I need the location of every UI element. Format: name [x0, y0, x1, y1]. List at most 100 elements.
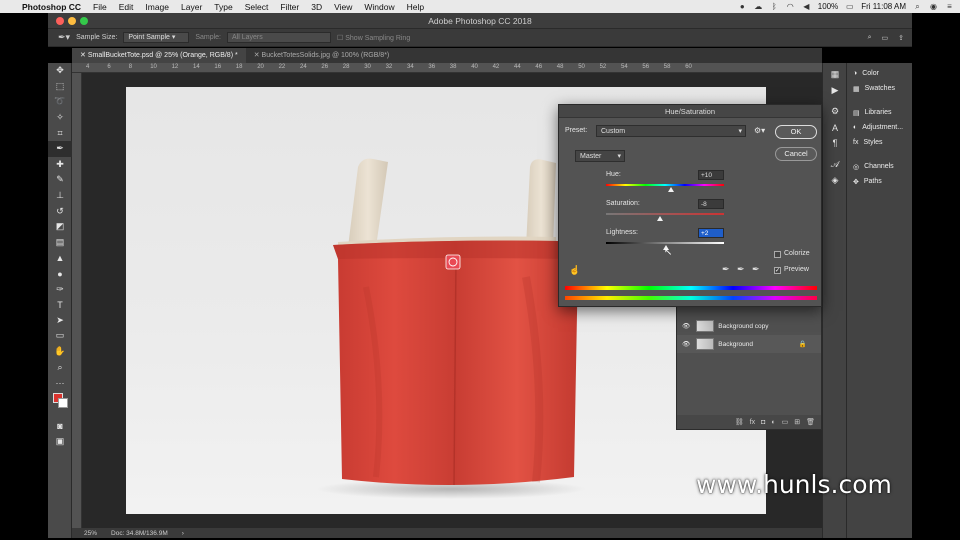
menubar-clock[interactable]: Fri 11:08 AM: [861, 2, 906, 11]
path-selection-tool-icon[interactable]: ➤: [48, 313, 72, 329]
wifi-icon[interactable]: ◠: [786, 2, 795, 11]
actions-play-icon[interactable]: ▶: [823, 83, 847, 99]
record-icon[interactable]: ●: [738, 2, 747, 11]
eyedropper-tool-icon[interactable]: ✒: [48, 140, 72, 157]
search-icon[interactable]: ⌕: [868, 34, 872, 42]
hand-tool-icon[interactable]: ✋: [48, 344, 72, 360]
saturation-slider-track[interactable]: [606, 213, 724, 215]
menu-app-name[interactable]: Photoshop CC: [16, 2, 87, 12]
layer-style-icon[interactable]: fx: [750, 419, 755, 426]
new-layer-icon[interactable]: ⊞: [794, 418, 800, 426]
menu-type[interactable]: Type: [208, 2, 238, 12]
hue-value-input[interactable]: +10: [698, 170, 724, 180]
history-panel-icon[interactable]: ▦: [823, 67, 847, 83]
subtract-from-sample-eyedropper-icon[interactable]: ✒: [752, 264, 760, 275]
zoom-window-icon[interactable]: [80, 17, 88, 25]
adjustment-layer-icon[interactable]: ◐: [771, 419, 775, 426]
workspace-icon[interactable]: ▭: [882, 34, 889, 42]
minimize-window-icon[interactable]: [68, 17, 76, 25]
screen-mode-icon[interactable]: ▣: [48, 434, 72, 450]
menu-help[interactable]: Help: [401, 2, 430, 12]
menu-window[interactable]: Window: [358, 2, 400, 12]
panel-paths[interactable]: ✥ Paths: [847, 174, 912, 189]
character-panel-icon[interactable]: A: [823, 120, 847, 136]
history-brush-tool-icon[interactable]: ↺: [48, 203, 72, 219]
type-tool-icon[interactable]: T: [48, 297, 72, 313]
channel-select[interactable]: Master ▾: [575, 150, 625, 162]
eyedropper-icon[interactable]: ✒: [722, 264, 730, 275]
brush-tool-icon[interactable]: ✎: [48, 172, 72, 188]
add-to-sample-eyedropper-icon[interactable]: ✒: [737, 264, 745, 275]
background-color-swatch[interactable]: [58, 398, 68, 409]
menu-layer[interactable]: Layer: [175, 2, 208, 12]
hue-slider-thumb[interactable]: [668, 187, 674, 192]
close-window-icon[interactable]: [56, 17, 64, 25]
notification-icon[interactable]: ≡: [945, 2, 954, 11]
tab-small-bucket-tote[interactable]: ✕ SmallBucketTote.psd @ 25% (Orange, RGB…: [72, 48, 246, 63]
lightness-value-input[interactable]: +2: [698, 228, 724, 238]
layer-visibility-eye-icon[interactable]: 👁: [682, 340, 690, 348]
document-size[interactable]: Doc: 34.8M/136.9M: [111, 530, 168, 537]
share-icon[interactable]: ⇪: [898, 34, 904, 42]
zoom-tool-icon[interactable]: ⌕: [48, 359, 72, 375]
colorize-checkbox[interactable]: [774, 251, 781, 258]
show-sampling-ring-checkbox[interactable]: ☐ Show Sampling Ring: [337, 34, 410, 42]
healing-brush-tool-icon[interactable]: ✚: [48, 157, 72, 173]
lightness-slider-track[interactable]: [606, 242, 724, 244]
panel-adjustments[interactable]: ◐ Adjustment...: [847, 120, 912, 135]
clone-stamp-tool-icon[interactable]: ⊥: [48, 188, 72, 204]
gradient-tool-icon[interactable]: ▤: [48, 235, 72, 251]
spotlight-icon[interactable]: ⌕: [913, 2, 922, 12]
panel-color[interactable]: ◑ Color: [847, 66, 912, 81]
menu-edit[interactable]: Edit: [113, 2, 140, 12]
targeted-adjustment-hand-icon[interactable]: ☝: [569, 265, 580, 276]
preset-select[interactable]: Custom ▾: [596, 125, 746, 137]
bluetooth-icon[interactable]: ᛒ: [770, 2, 779, 11]
saturation-slider-thumb[interactable]: [657, 216, 663, 221]
menu-file[interactable]: File: [87, 2, 113, 12]
link-layers-icon[interactable]: ⛓: [735, 418, 744, 426]
eyedropper-preset-icon[interactable]: ✒▾: [58, 32, 70, 43]
eraser-tool-icon[interactable]: ◩: [48, 219, 72, 235]
blur-tool-icon[interactable]: ▲: [48, 250, 72, 266]
menu-select[interactable]: Select: [239, 2, 275, 12]
layer-visibility-eye-icon[interactable]: 👁: [682, 322, 690, 330]
crop-tool-icon[interactable]: ⌗: [48, 125, 72, 141]
zoom-level[interactable]: 25%: [84, 530, 97, 537]
status-arrow-icon[interactable]: ›: [182, 530, 184, 537]
ok-button[interactable]: OK: [775, 125, 817, 139]
delete-layer-icon[interactable]: 🗑: [806, 418, 815, 426]
layer-mask-icon[interactable]: ◘: [761, 419, 765, 426]
paragraph-panel-icon[interactable]: ¶: [823, 135, 847, 151]
preview-checkbox[interactable]: ✓: [774, 267, 781, 274]
preset-options-gear-icon[interactable]: ⚙▾: [754, 126, 765, 135]
cloud-icon[interactable]: ☁: [754, 2, 763, 11]
glyphs-panel-icon[interactable]: 𝒜: [823, 157, 847, 173]
move-tool-icon[interactable]: ✥: [48, 63, 72, 79]
magic-wand-tool-icon[interactable]: ✧: [48, 110, 72, 126]
panel-channels[interactable]: ◎ Channels: [847, 159, 912, 174]
panel-swatches[interactable]: ▦ Swatches: [847, 81, 912, 96]
menu-image[interactable]: Image: [139, 2, 175, 12]
panel-styles[interactable]: fx Styles: [847, 135, 912, 150]
dodge-tool-icon[interactable]: ●: [48, 266, 72, 282]
menu-3d[interactable]: 3D: [305, 2, 328, 12]
sample-select[interactable]: All Layers: [227, 32, 331, 43]
volume-icon[interactable]: ◀: [802, 2, 811, 11]
menu-filter[interactable]: Filter: [274, 2, 305, 12]
tab-bucket-totes-solids[interactable]: ✕ BucketTotesSolids.jpg @ 100% (RGB/8*): [246, 48, 398, 63]
properties-panel-icon[interactable]: ⚙: [823, 104, 847, 120]
layer-row-background-copy[interactable]: 👁 Background copy: [677, 317, 821, 335]
battery-icon[interactable]: ▭: [845, 2, 854, 11]
lasso-tool-icon[interactable]: ➰: [48, 94, 72, 110]
cancel-button[interactable]: Cancel: [775, 147, 817, 161]
menu-view[interactable]: View: [328, 2, 358, 12]
layer-row-background[interactable]: 👁 Background 🔒: [677, 335, 821, 353]
hue-slider-track[interactable]: [606, 184, 724, 186]
sample-size-select[interactable]: Point Sample ▾: [123, 32, 190, 43]
layers-panel-icon[interactable]: ◈: [823, 173, 847, 189]
quick-mask-icon[interactable]: ◙: [48, 418, 72, 434]
layer-lock-icon[interactable]: 🔒: [799, 340, 807, 348]
marquee-tool-icon[interactable]: ⬚: [48, 79, 72, 95]
color-swatches[interactable]: [48, 390, 72, 418]
